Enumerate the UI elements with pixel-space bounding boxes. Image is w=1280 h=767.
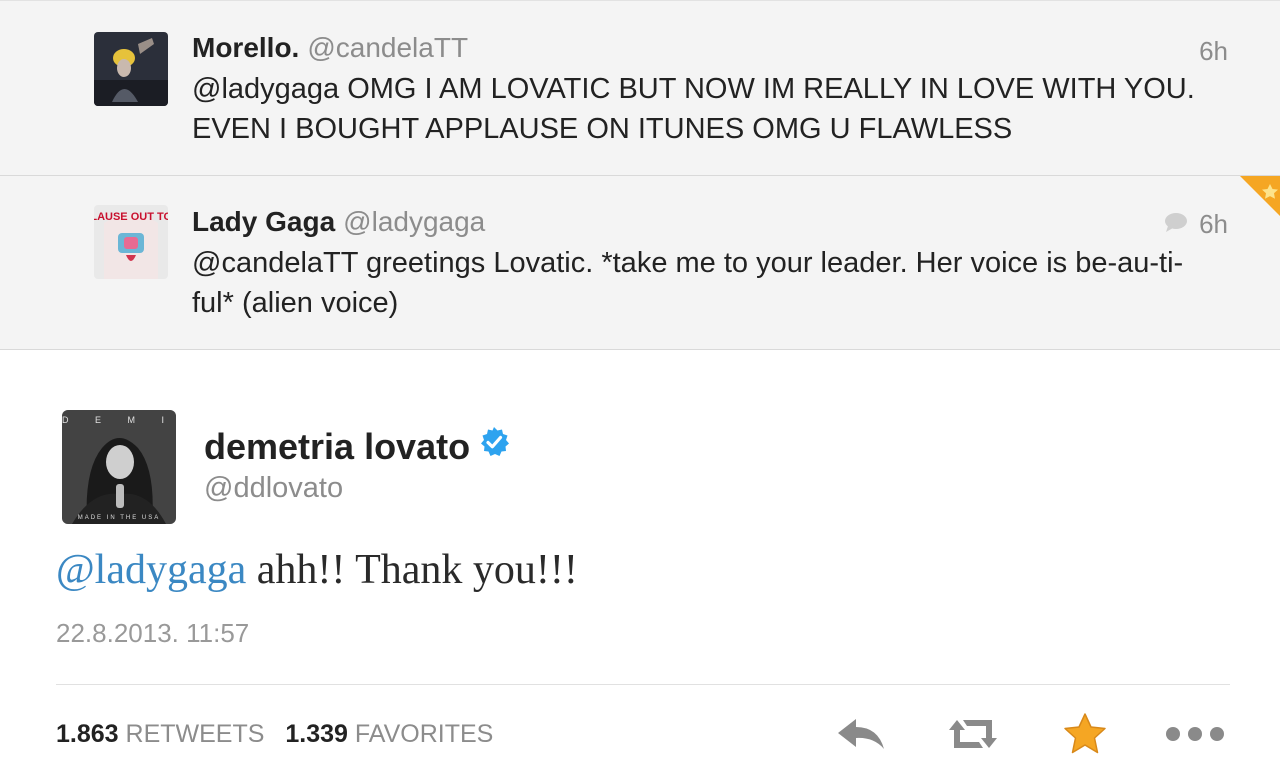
retweets-count[interactable]: 1.863 [56,720,119,748]
divider [56,684,1230,685]
tweet-author-handle[interactable]: @candelaTT [307,32,468,63]
tweet-item-candela[interactable]: Morello. @candelaTT 6h @ladygaga OMG I AM… [0,0,1280,176]
main-tweet-text: @ladygaga ahh!! Thank you!!! [56,546,578,594]
main-author-name[interactable]: demetria lovato [204,426,470,467]
favorite-star-icon [1063,712,1107,760]
favorites-count[interactable]: 1.339 [285,720,348,748]
conversation-icon [1164,212,1188,237]
reply-icon [836,716,886,757]
avatar-candela[interactable] [94,32,168,106]
main-tweet: D E M I MADE IN THE USA demetria lovato … [0,350,1280,767]
tweet-time: 6h [1199,209,1228,239]
tweet-item-ladygaga[interactable]: APPLAUSE OUT TODAY Lady Gaga @ladygaga 6h… [0,176,1280,350]
reply-button[interactable] [836,714,886,758]
tweet-author-name[interactable]: Morello. [192,32,299,63]
favorited-corner-icon [1240,176,1280,216]
tweet-author-name[interactable]: Lady Gaga [192,206,335,237]
tweet-text: @ladygaga OMG I AM LOVATIC BUT NOW IM RE… [192,73,1195,145]
retweets-label[interactable]: RETWEETS [126,720,265,748]
verified-icon [478,425,510,467]
main-tweet-body: ahh!! Thank you!!! [246,547,578,593]
mention-link[interactable]: @ladygaga [56,547,246,593]
tweet-stats: 1.863 RETWEETS 1.339 FAVORITES [56,720,507,749]
retweet-button[interactable] [948,714,998,758]
avatar-ladygaga[interactable]: APPLAUSE OUT TODAY [94,205,168,279]
favorite-button[interactable] [1060,712,1110,760]
avatar-ddlovato[interactable]: D E M I MADE IN THE USA [62,410,176,524]
main-author-handle[interactable]: @ddlovato [204,472,343,505]
tweet-author-handle[interactable]: @ladygaga [343,206,485,237]
main-author-name-row[interactable]: demetria lovato [204,426,510,470]
avatar-ddlovato-top-text: D E M I [62,415,176,425]
retweet-icon [945,716,1001,757]
favorites-label[interactable]: FAVORITES [355,720,493,748]
avatar-ladygaga-text: APPLAUSE OUT TODAY [94,211,168,223]
main-tweet-date: 22.8.2013. 11:57 [56,618,250,648]
more-icon [1165,724,1225,749]
tweet-text: @candelaTT greetings Lovatic. *take me t… [192,247,1184,319]
more-button[interactable] [1166,714,1224,758]
avatar-ddlovato-bottom-text: MADE IN THE USA [78,515,161,521]
tweet-time: 6h [1199,36,1228,66]
